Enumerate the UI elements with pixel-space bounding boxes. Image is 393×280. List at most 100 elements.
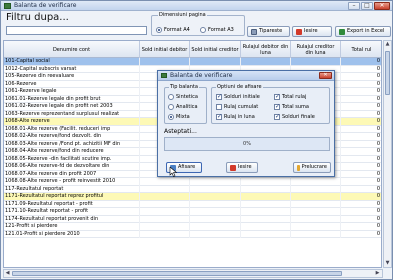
radio-a4[interactable] [156, 26, 162, 33]
value-cell[interactable]: 0 [341, 231, 381, 239]
value-cell[interactable]: 0 [341, 163, 381, 171]
table-row[interactable]: 101-Capital social 0 [4, 58, 381, 66]
value-cell[interactable] [291, 215, 341, 223]
horizontal-scrollbar[interactable]: ◀ ▶ [3, 269, 383, 278]
table-row[interactable]: 1068.08-Alte rezerve - profit reinvestit… [4, 178, 381, 186]
account-name-cell[interactable]: 101-Capital social [4, 58, 140, 66]
tip-option-mixta[interactable]: Mixta [168, 113, 190, 120]
value-cell[interactable]: 0 [341, 223, 381, 231]
dialog-title-bar[interactable]: Balanta de verificare ✕ [158, 71, 334, 81]
value-cell[interactable] [190, 223, 241, 231]
checkbox[interactable] [216, 103, 222, 110]
account-name-cell[interactable]: 1171.10-Rezultat reportat - profit [4, 208, 140, 216]
filter-input[interactable] [6, 26, 147, 35]
checkbox[interactable] [274, 93, 280, 101]
tip-option-analitica[interactable]: Analitica [168, 103, 198, 110]
value-cell[interactable] [140, 178, 190, 186]
checkbox[interactable] [216, 113, 222, 121]
value-cell[interactable]: 0 [341, 96, 381, 104]
account-name-cell[interactable]: 1061-Rezerve legale [4, 88, 140, 96]
account-name-cell[interactable]: 1068.05-Rezerve -din facilitati scutire … [4, 155, 140, 163]
prelucrare-button[interactable]: Prelucrare [293, 162, 331, 173]
value-cell[interactable]: 0 [341, 171, 381, 179]
value-cell[interactable] [291, 58, 341, 66]
column-header[interactable]: Rulajul debitor din luna [241, 41, 291, 58]
value-cell[interactable] [190, 230, 241, 238]
table-row[interactable]: 117-Rezultatul reportat 0 [4, 185, 381, 194]
account-name-cell[interactable]: 1068.02-Alte rezerve/fond dezvolt. din [4, 133, 140, 141]
account-name-cell[interactable]: 1068.03-Alte rezerve /Fond pt. achizitii… [4, 140, 140, 148]
account-name-cell[interactable]: 1174-Rezultatul reportat provenit din [4, 215, 140, 223]
account-name-cell[interactable]: 1012-Capital subscris varsat [4, 65, 140, 73]
value-cell[interactable] [190, 58, 241, 66]
account-name-cell[interactable]: 1061.01-Rezerve legale din profit brut [4, 95, 140, 103]
export-excel-button[interactable]: Export in Excel [335, 26, 391, 37]
value-cell[interactable] [190, 178, 241, 186]
table-row[interactable]: 1171-Rezultatul reportat reprez profitul… [4, 193, 381, 201]
scroll-left-arrow-icon[interactable]: ◀ [4, 270, 11, 277]
value-cell[interactable] [140, 200, 190, 208]
value-cell[interactable] [241, 230, 291, 238]
table-row[interactable]: 1171.10-Rezultat reportat - profit 0 [4, 208, 381, 216]
account-name-cell[interactable]: 1068.04-Alte rezerve/fond din reducere [4, 148, 140, 156]
value-cell[interactable]: 0 [341, 133, 381, 141]
value-cell[interactable] [190, 208, 241, 216]
horizontal-scroll-thumb[interactable] [12, 271, 342, 276]
value-cell[interactable]: 0 [341, 88, 381, 96]
account-name-cell[interactable]: 1171.09-Rezultatul reportat - profit [4, 200, 140, 208]
value-cell[interactable]: 0 [341, 111, 381, 119]
value-cell[interactable]: 0 [341, 216, 381, 224]
value-cell[interactable] [190, 215, 241, 223]
table-row[interactable]: 121.01-Profit si pierdere 2010 0 [4, 230, 381, 239]
column-header[interactable]: Total rul [341, 41, 381, 58]
option-solduri-finale[interactable]: Solduri finale [274, 113, 315, 121]
option-total-rulaj[interactable]: Total rulaj [274, 93, 306, 101]
account-name-cell[interactable]: 1068.08-Alte rezerve - profit reinvestit… [4, 178, 140, 186]
value-cell[interactable] [291, 178, 341, 186]
value-cell[interactable] [291, 193, 341, 201]
value-cell[interactable] [140, 230, 190, 238]
value-cell[interactable] [291, 208, 341, 216]
format-a3-option[interactable]: Format A3 [200, 26, 234, 33]
radio-analitica[interactable] [168, 103, 174, 110]
value-cell[interactable] [241, 193, 291, 201]
account-name-cell[interactable]: 1063-Rezerve reprezentand surplusul real… [4, 110, 140, 118]
checkbox[interactable] [216, 93, 222, 101]
account-name-cell[interactable]: 1068.01-Alte rezerve (Facilit. reduceri … [4, 125, 140, 133]
minimize-button[interactable]: – [348, 2, 360, 10]
value-cell[interactable]: 0 [341, 58, 381, 66]
account-name-cell[interactable]: 121-Profit si pierdere [4, 223, 140, 231]
vertical-scroll-thumb[interactable] [385, 51, 390, 95]
account-name-cell[interactable]: 1068.07-Alte rezerve din profit 2007 [4, 170, 140, 178]
value-cell[interactable] [140, 193, 190, 201]
account-name-cell[interactable]: 1068.06-Alte rezerve-fd de dezvoltare di… [4, 163, 140, 171]
exit-button[interactable]: Iesire [292, 26, 332, 37]
value-cell[interactable] [241, 185, 291, 193]
column-header[interactable]: Denumire cont [4, 41, 140, 58]
account-name-cell[interactable]: 121.01-Profit si pierdere 2010 [4, 230, 140, 238]
value-cell[interactable]: 0 [341, 126, 381, 134]
value-cell[interactable]: 0 [341, 186, 381, 194]
scroll-up-arrow-icon[interactable]: ▲ [384, 41, 391, 48]
value-cell[interactable]: 0 [341, 193, 381, 201]
value-cell[interactable] [190, 200, 241, 208]
option-rulaj-cumulat[interactable]: Rulaj cumulat [216, 103, 258, 110]
scroll-right-arrow-icon[interactable]: ▶ [374, 270, 381, 277]
account-name-cell[interactable]: 1061.02-Rezerve legale din profit net 20… [4, 103, 140, 111]
value-cell[interactable] [241, 178, 291, 186]
value-cell[interactable] [140, 223, 190, 231]
title-bar[interactable]: Balanta de verificare – □ ✕ [1, 1, 392, 11]
column-header[interactable]: Sold initial creditor [190, 41, 241, 58]
radio-a3[interactable] [200, 26, 206, 33]
option-solduri-initiale[interactable]: Solduri initiale [216, 93, 260, 101]
value-cell[interactable] [291, 230, 341, 238]
account-name-cell[interactable]: 106-Rezerve [4, 80, 140, 88]
value-cell[interactable] [140, 58, 190, 66]
value-cell[interactable] [140, 185, 190, 193]
value-cell[interactable]: 0 [341, 118, 381, 126]
value-cell[interactable] [140, 208, 190, 216]
dialog-exit-button[interactable]: Iesire [226, 162, 258, 173]
value-cell[interactable]: 0 [341, 156, 381, 164]
account-name-cell[interactable]: 1068-Alte rezerve [4, 118, 140, 126]
tip-option-sintetica[interactable]: Sintetica [168, 93, 198, 100]
